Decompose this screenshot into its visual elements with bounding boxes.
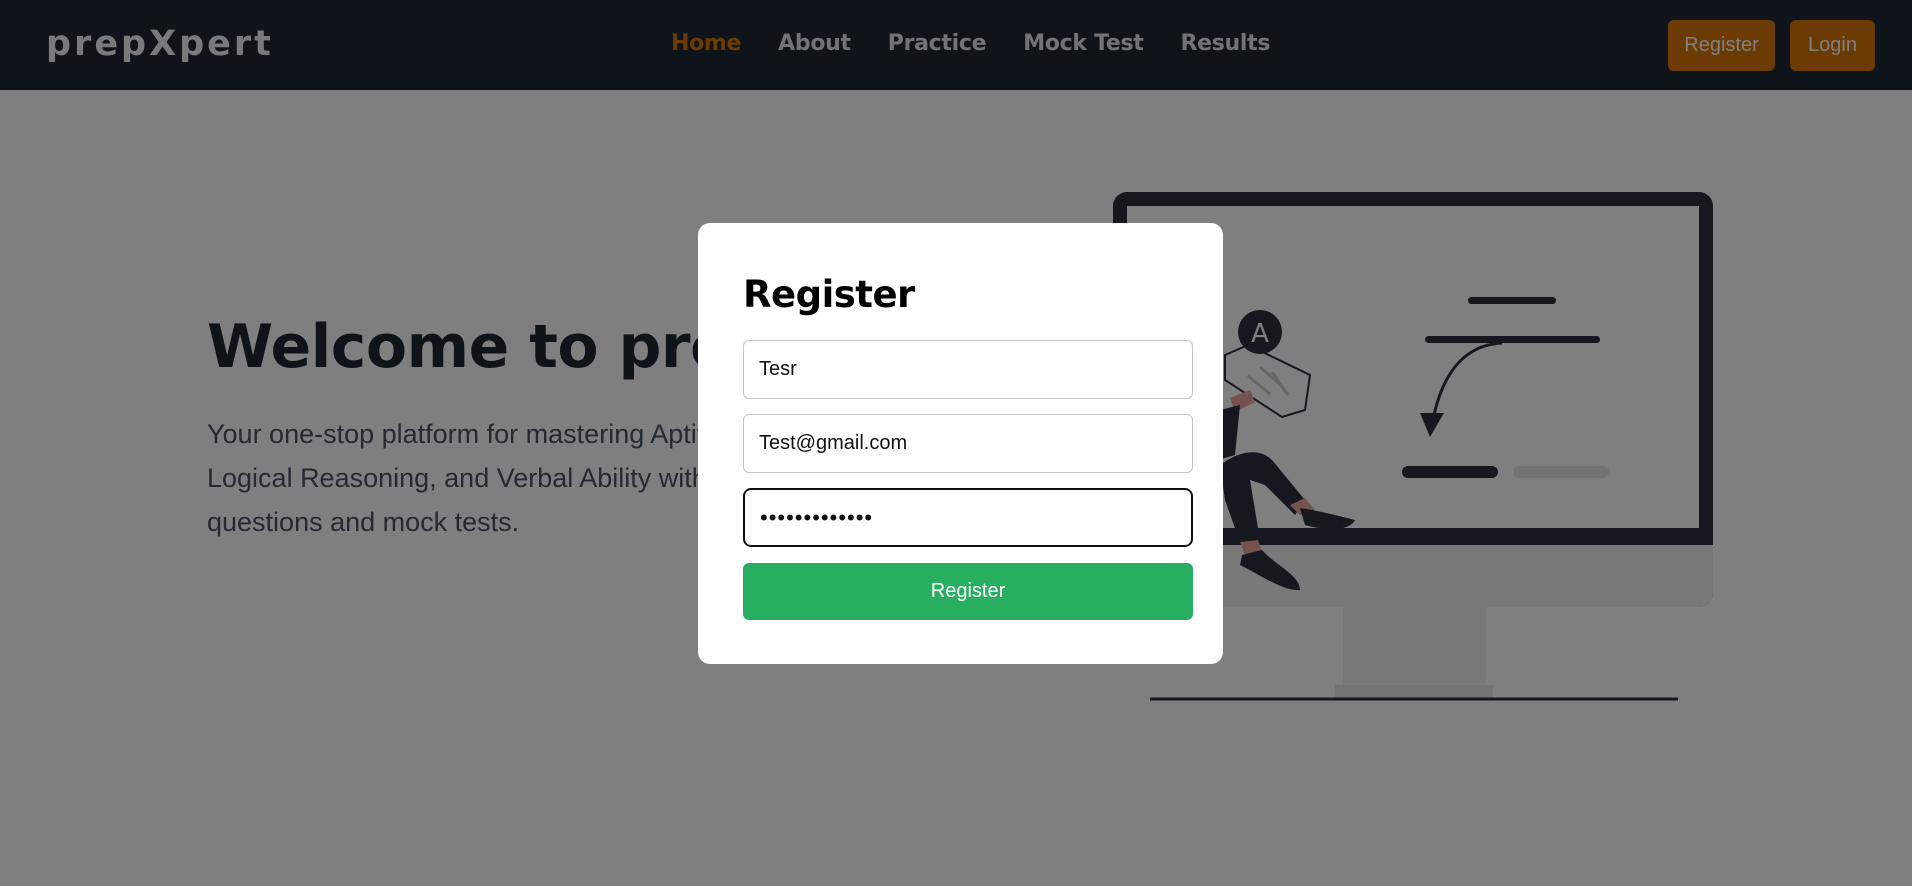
password-input[interactable] <box>743 488 1193 547</box>
name-input[interactable] <box>743 340 1193 399</box>
register-submit-button[interactable]: Register <box>743 563 1193 620</box>
register-modal: Register Register <box>698 223 1223 664</box>
modal-title: Register <box>743 273 915 316</box>
email-input[interactable] <box>743 414 1193 473</box>
